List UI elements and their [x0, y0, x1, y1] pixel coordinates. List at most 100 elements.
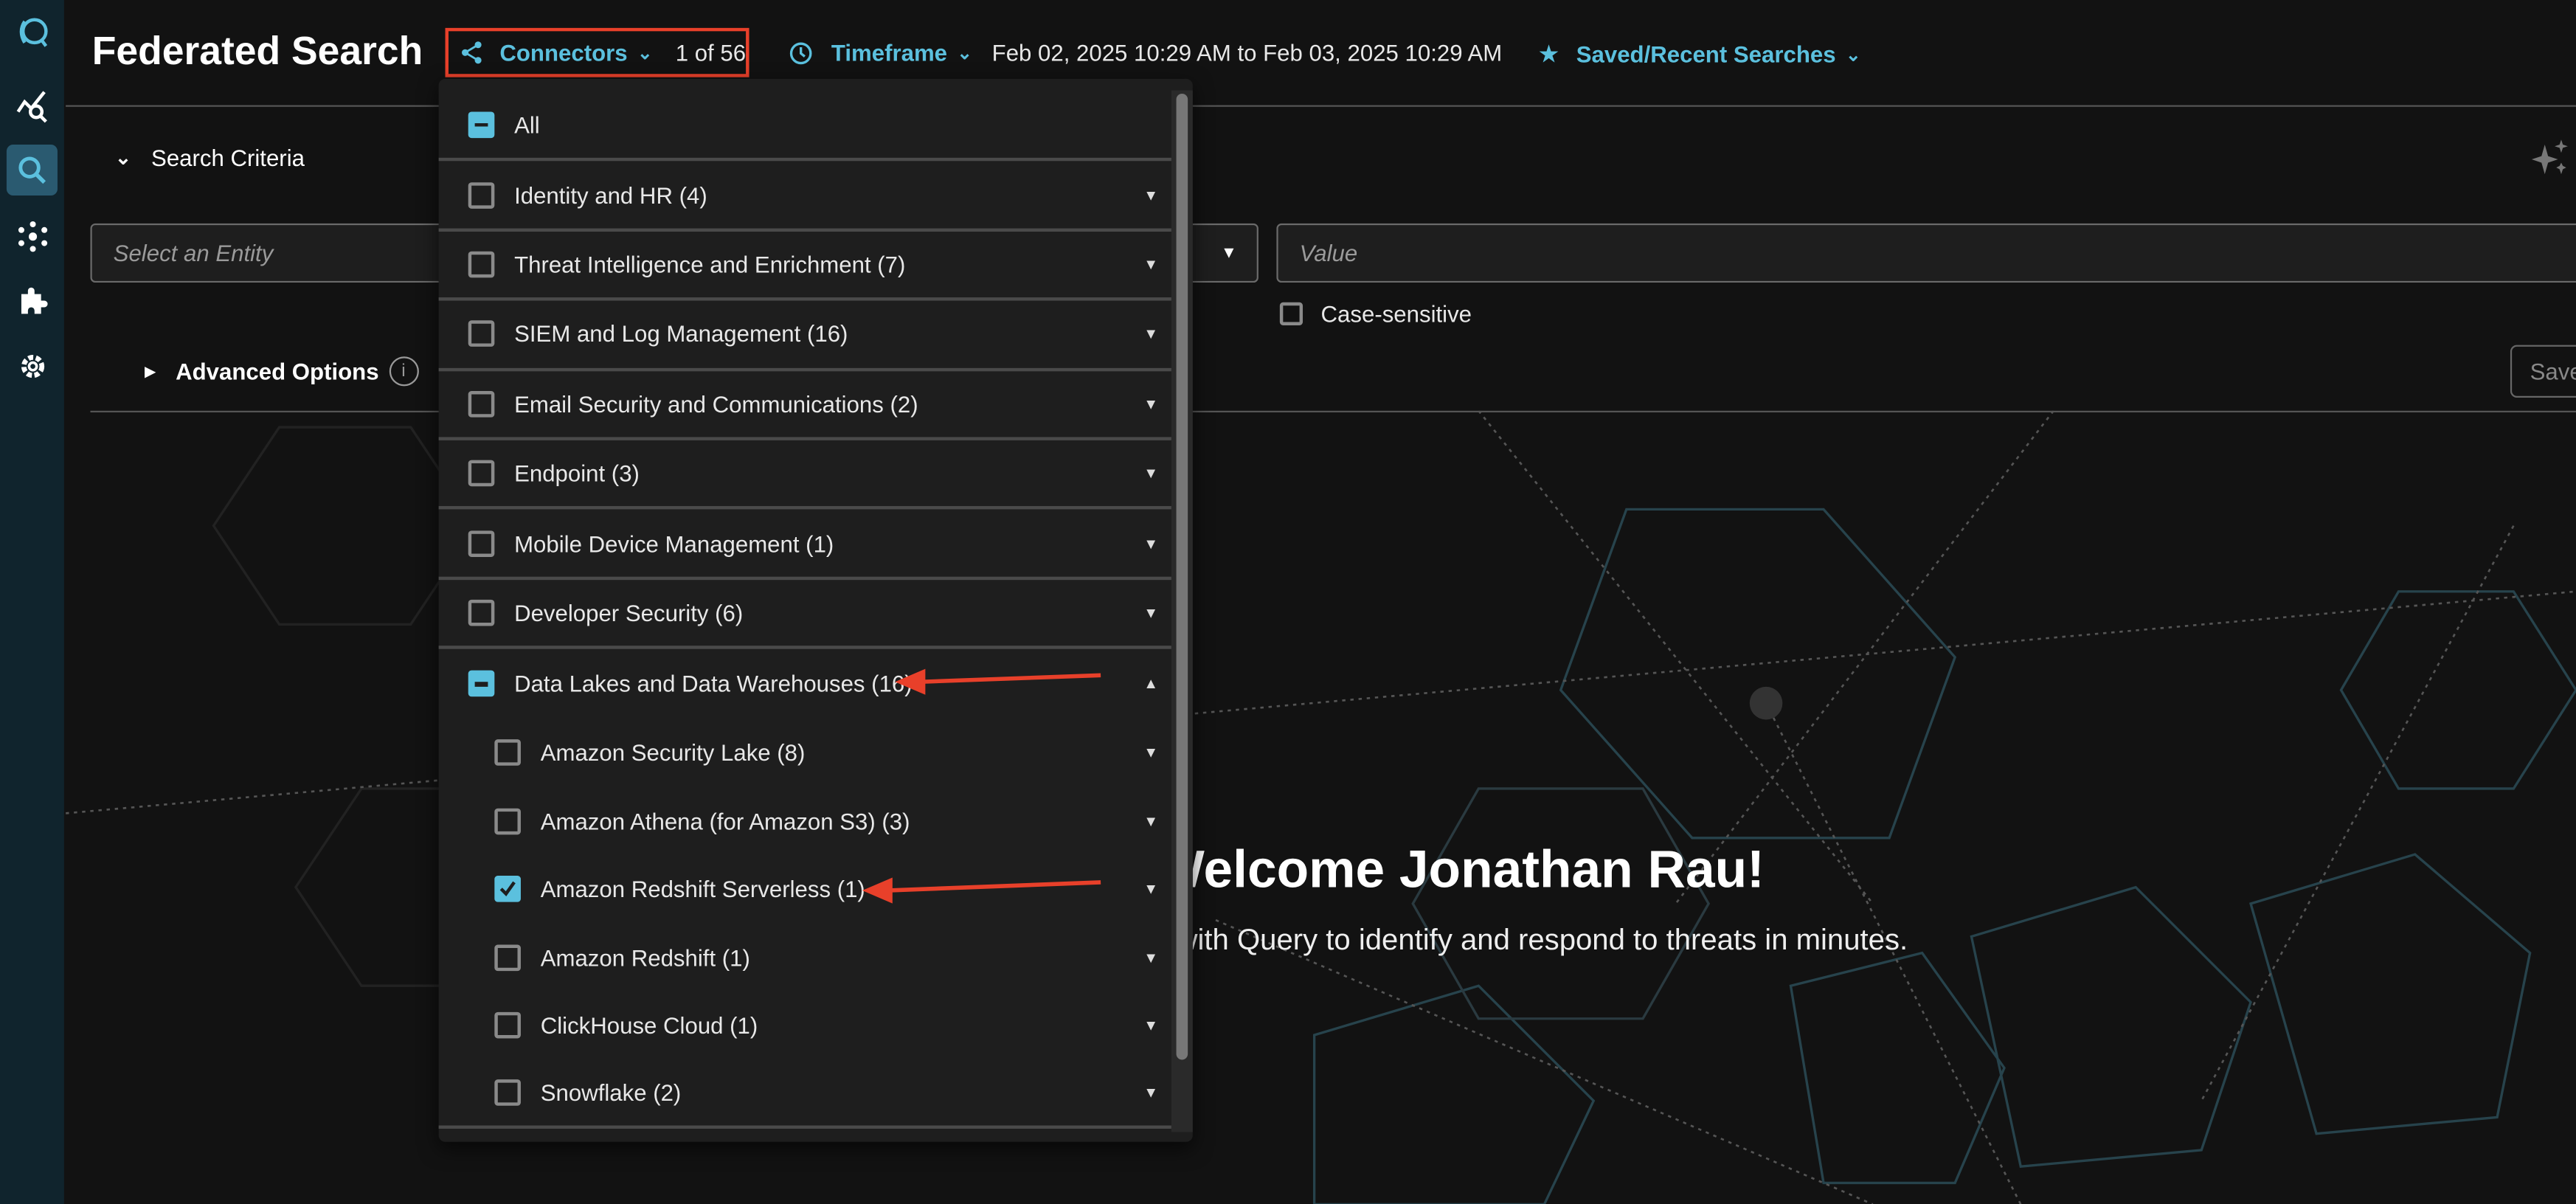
connector-category[interactable]: Developer Security (6) ▼ — [438, 580, 1171, 650]
timeframe-button[interactable]: Timeframe ⌄ Feb 02, 2025 10:29 AM to Feb… — [789, 39, 1502, 66]
caret-down-icon[interactable]: ▼ — [1143, 466, 1158, 482]
item-label: ClickHouse Cloud (1) — [540, 1012, 758, 1039]
chevron-down-icon: ⌄ — [637, 44, 653, 63]
analytics-search-icon[interactable] — [7, 80, 58, 131]
saved-searches-button[interactable]: ★ Saved/Recent Searches ⌄ — [1538, 39, 1861, 69]
puzzle-icon[interactable] — [7, 274, 58, 325]
connector-category[interactable]: Endpoint (3) ▼ — [438, 440, 1171, 511]
app: Federated Search Connectors ⌄ 1 of 56 Ti… — [0, 0, 2576, 1204]
scrollbar-thumb[interactable] — [1176, 93, 1188, 1060]
checkbox[interactable] — [468, 181, 495, 208]
share-nodes-icon — [462, 41, 482, 64]
caret-up-icon[interactable]: ▲ — [1143, 676, 1158, 692]
entity-placeholder: Select an Entity — [113, 240, 274, 266]
caret-down-icon[interactable]: ▼ — [1143, 187, 1158, 203]
connector-category[interactable]: Mobile Device Management (1) ▼ — [438, 510, 1171, 580]
connector-category[interactable]: Threat Intelligence and Enrichment (7) ▼ — [438, 232, 1171, 301]
search-icon[interactable] — [6, 144, 58, 196]
search-criteria-title: Search Criteria — [151, 144, 305, 171]
checkbox[interactable] — [1279, 302, 1303, 325]
caret-down-icon[interactable]: ▼ — [1143, 813, 1158, 829]
checkbox[interactable] — [494, 1012, 521, 1039]
connector-category[interactable]: Identity and HR (4) ▼ — [438, 162, 1171, 232]
checkbox[interactable] — [494, 1079, 521, 1106]
arrow-head — [895, 668, 926, 695]
network-icon[interactable] — [7, 210, 58, 261]
chevron-down-icon: ⌄ — [114, 146, 132, 170]
checkbox[interactable] — [468, 390, 495, 418]
save-button[interactable]: Save — [2510, 345, 2576, 398]
caret-down-icon[interactable]: ▼ — [1143, 605, 1158, 621]
item-label: SIEM and Log Management (16) — [514, 321, 848, 347]
item-label: Amazon Security Lake (8) — [540, 739, 806, 767]
value-placeholder: Value — [1299, 240, 1358, 266]
checkbox[interactable] — [494, 944, 521, 971]
connector-item[interactable]: Amazon Redshift (1) ▼ — [439, 924, 1171, 992]
gear-icon[interactable] — [7, 340, 58, 391]
chevron-down-icon: ⌄ — [1845, 45, 1861, 65]
item-label: Email Security and Communications (2) — [514, 390, 918, 418]
caret-down-icon: ▼ — [1220, 243, 1237, 263]
item-label: Developer Security (6) — [514, 599, 744, 626]
sparkle-icon[interactable] — [2530, 138, 2569, 177]
page-title: Federated Search — [91, 30, 423, 75]
item-label: Amazon Redshift (1) — [540, 944, 750, 971]
caret-right-icon: ▶ — [144, 362, 156, 379]
connector-item[interactable]: Snowflake (2) ▼ — [438, 1060, 1171, 1129]
checkbox-indeterminate[interactable] — [468, 671, 495, 698]
item-label: Identity and HR (4) — [514, 181, 707, 208]
caret-down-icon[interactable]: ▼ — [1143, 535, 1158, 551]
arrow-head — [862, 877, 893, 904]
welcome-title: Welcome Jonathan Rau! — [1154, 840, 1765, 899]
connectors-count: 1 of 56 — [675, 39, 747, 66]
checkbox[interactable] — [468, 599, 495, 626]
item-label: All — [514, 111, 540, 139]
connector-category[interactable]: SIEM and Log Management (16) ▼ — [438, 301, 1171, 371]
checkbox[interactable] — [468, 530, 495, 557]
item-label: Amazon Redshift Serverless (1) — [540, 876, 865, 903]
advanced-options-label: Advanced Options — [176, 358, 379, 385]
item-label: Mobile Device Management (1) — [514, 530, 834, 557]
timeframe-range: Feb 02, 2025 10:29 AM to Feb 03, 2025 10… — [991, 39, 1503, 66]
item-label: Snowflake (2) — [540, 1079, 682, 1106]
checkbox[interactable] — [494, 739, 521, 767]
connector-category[interactable]: All — [438, 92, 1171, 162]
checkbox-checked[interactable] — [494, 876, 521, 903]
checkbox[interactable] — [468, 321, 495, 347]
timeframe-label: Timeframe — [831, 39, 948, 66]
advanced-options-toggle[interactable]: ▶ Advanced Options i — [144, 356, 419, 387]
caret-down-icon[interactable]: ▼ — [1143, 395, 1158, 412]
search-criteria-toggle[interactable]: ⌄ Search Criteria — [115, 145, 305, 171]
caret-down-icon[interactable]: ▼ — [1143, 326, 1158, 342]
caret-down-icon[interactable]: ▼ — [1143, 256, 1158, 272]
case-sensitive-checkbox[interactable]: Case-sensitive — [1279, 300, 1472, 328]
item-label: Data Lakes and Data Warehouses (16) — [514, 671, 913, 698]
caret-down-icon[interactable]: ▼ — [1143, 1017, 1158, 1034]
connectors-dropdown: All Identity and HR (4) ▼ Threat Intelligen… — [438, 78, 1193, 1142]
query-logo-icon[interactable] — [7, 7, 58, 58]
item-label: Endpoint (3) — [514, 460, 640, 487]
caret-down-icon[interactable]: ▼ — [1143, 1084, 1158, 1100]
value-input[interactable]: Value — [1276, 223, 2576, 283]
clock-icon — [789, 41, 812, 64]
caret-down-icon[interactable]: ▼ — [1143, 949, 1158, 966]
checkbox[interactable] — [468, 460, 495, 487]
checkbox-indeterminate[interactable] — [468, 111, 495, 139]
caret-down-icon[interactable]: ▼ — [1143, 745, 1158, 761]
sidebar — [0, 0, 64, 1204]
connector-item[interactable]: ClickHouse Cloud (1) ▼ — [439, 992, 1171, 1059]
connectors-label: Connectors — [499, 39, 628, 66]
annotation-arrows — [862, 668, 1101, 904]
info-icon[interactable]: i — [388, 356, 419, 387]
connector-category[interactable]: Email Security and Communications (2) ▼ — [438, 370, 1171, 440]
welcome-subtitle: with Query to identify and respond to th… — [1176, 923, 1908, 957]
case-sensitive-label: Case-sensitive — [1320, 300, 1472, 328]
star-icon: ★ — [1537, 41, 1560, 69]
node-dot — [1749, 686, 1783, 720]
connectors-button[interactable]: Connectors ⌄ 1 of 56 — [445, 27, 749, 77]
checkbox[interactable] — [468, 251, 495, 278]
saved-searches-label: Saved/Recent Searches — [1576, 41, 1836, 68]
item-label: Threat Intelligence and Enrichment (7) — [514, 251, 906, 278]
checkbox[interactable] — [494, 808, 521, 834]
caret-down-icon[interactable]: ▼ — [1143, 881, 1158, 897]
